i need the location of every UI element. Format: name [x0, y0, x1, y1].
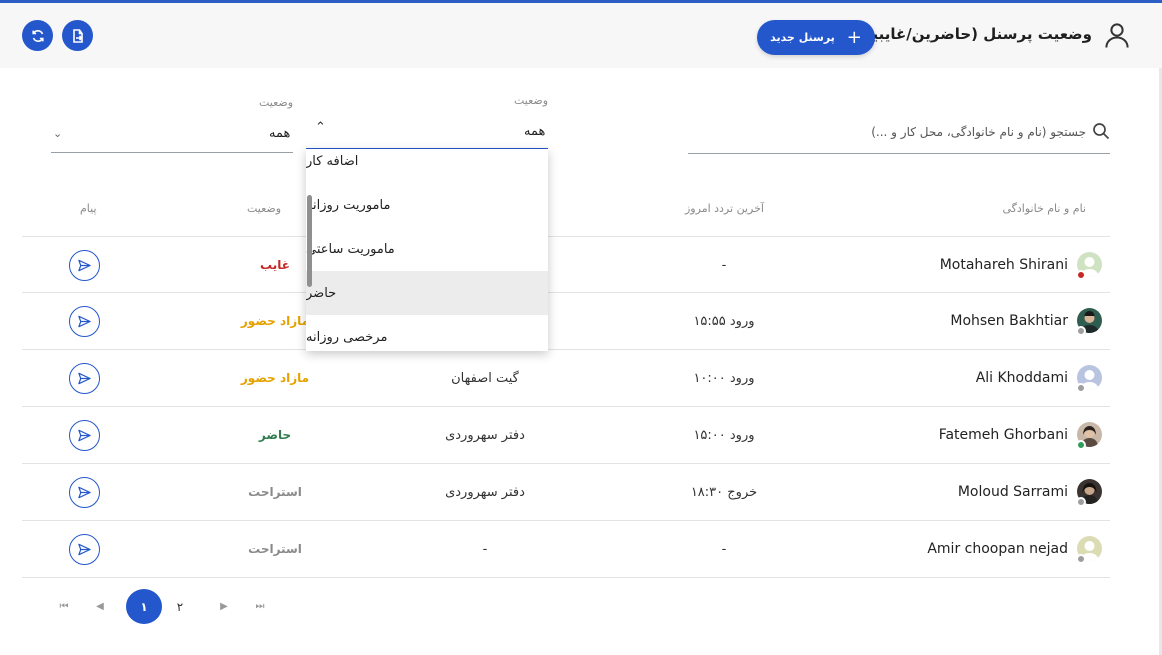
page-button-current[interactable]: ۱: [126, 589, 162, 624]
new-personnel-label: پرسنل جدید: [770, 31, 835, 44]
status-badge: مازاد حضور: [240, 371, 310, 385]
status-badge: استراحت: [248, 542, 302, 556]
status-filter-label: وضعیت: [514, 94, 549, 107]
presence-dot: [1076, 497, 1086, 507]
prev-page-icon[interactable]: ◀: [90, 589, 110, 624]
status-badge: استراحت: [248, 485, 302, 499]
employee-name: Moloud Sarrami: [957, 484, 1068, 500]
last-activity: خروج ۱۸:۳۰: [690, 484, 758, 500]
first-page-icon[interactable]: ⏮: [54, 589, 74, 624]
page-title: وضعیت پرسنل (حاضرین/غایبین): [852, 25, 1092, 43]
next-page-icon[interactable]: ▶: [214, 589, 234, 624]
send-icon: [78, 315, 91, 328]
pagination: ⏮ ◀ ۱ ۲ ▶ ⏭: [0, 589, 300, 624]
work-location: گیت اصفهان: [451, 370, 519, 386]
presence-dot: [1076, 440, 1086, 450]
employee-name: Fatemeh Ghorbani: [938, 427, 1068, 443]
presence-dot: [1076, 554, 1086, 564]
work-location: دفتر سهروردی: [445, 427, 525, 443]
dropdown-option[interactable]: اضافه کار: [306, 149, 548, 183]
table-row: Motahareh Shirani - غایب: [22, 236, 1110, 293]
col-header-last-activity: آخرین تردد امروز: [685, 202, 764, 215]
status-filter-value: همه: [524, 124, 546, 139]
dropdown-option[interactable]: ماموریت ساعتی: [306, 227, 548, 271]
send-message-button[interactable]: [69, 477, 100, 508]
new-personnel-button[interactable]: پرسنل جدید +: [757, 20, 875, 55]
presence-dot: [1076, 270, 1086, 280]
user-icon: [1105, 23, 1129, 48]
send-icon: [78, 372, 91, 385]
dropdown-scrollbar[interactable]: [307, 195, 312, 287]
dropdown-option[interactable]: مرخصی روزانه: [306, 315, 548, 351]
last-activity: -: [721, 257, 727, 273]
col-header-name: نام و نام خانوادگی: [1002, 202, 1086, 215]
employee-name: Mohsen Bakhtiar: [950, 313, 1068, 329]
table-row: Moloud Sarrami خروج ۱۸:۳۰ دفتر سهروردی ا…: [22, 464, 1110, 521]
employee-name: Ali Khoddami: [975, 370, 1068, 386]
send-message-button[interactable]: [69, 534, 100, 565]
last-activity: ورود ۱۵:۵۵: [693, 313, 755, 329]
send-icon: [78, 429, 91, 442]
col-header-message: پیام: [80, 202, 97, 215]
employee-name: Amir choopan nejad: [927, 541, 1068, 557]
dropdown-option-highlighted[interactable]: حاضر: [306, 271, 548, 315]
status-dropdown-menu: اضافه کار ماموریت روزانه ماموریت ساعتی ح…: [306, 149, 548, 351]
send-icon: [78, 543, 91, 556]
status-filter-2-label: وضعیت: [259, 96, 294, 109]
send-message-button[interactable]: [69, 420, 100, 451]
work-location: -: [482, 541, 488, 557]
status-filter-2-value: همه: [269, 126, 291, 141]
status-filter-2-underline: [51, 152, 293, 153]
col-header-status: وضعیت: [247, 202, 282, 215]
table-row: Ali Khoddami ورود ۱۰:۰۰ گیت اصفهان مازاد…: [22, 350, 1110, 407]
page-button[interactable]: ۲: [170, 589, 190, 624]
refresh-icon: [31, 29, 44, 42]
last-activity: ورود ۱۰:۰۰: [693, 370, 755, 386]
plus-icon: +: [846, 26, 862, 48]
send-message-button[interactable]: [69, 306, 100, 337]
send-message-button[interactable]: [69, 250, 100, 281]
last-page-icon[interactable]: ⏭: [250, 589, 270, 624]
send-icon: [78, 486, 91, 499]
last-activity: ورود ۱۵:۰۰: [693, 427, 755, 443]
export-file-icon: [72, 28, 83, 43]
table-row: Amir choopan nejad - - استراحت: [22, 521, 1110, 578]
table-row: Fatemeh Ghorbani ورود ۱۵:۰۰ دفتر سهروردی…: [22, 407, 1110, 464]
employee-name: Motahareh Shirani: [939, 257, 1068, 273]
send-message-button[interactable]: [69, 363, 100, 394]
search-icon: [1093, 123, 1110, 140]
presence-dot: [1076, 326, 1086, 336]
send-icon: [78, 259, 91, 272]
chevron-down-icon: ⌄: [53, 127, 63, 140]
work-location: دفتر سهروردی: [445, 484, 525, 500]
status-badge: حاضر: [258, 428, 292, 442]
page-header: وضعیت پرسنل (حاضرین/غایبین) پرسنل جدید +: [0, 3, 1162, 68]
last-activity: -: [721, 541, 727, 557]
dropdown-option[interactable]: ماموریت روزانه: [306, 183, 548, 227]
chevron-up-icon: ⌃: [315, 120, 326, 135]
presence-dot: [1076, 383, 1086, 393]
search-underline: [688, 153, 1110, 154]
search-input[interactable]: [688, 118, 1086, 146]
refresh-button[interactable]: [22, 20, 53, 51]
table-row: Mohsen Bakhtiar ورود ۱۵:۵۵ مازاد حضور: [22, 293, 1110, 350]
export-button[interactable]: [62, 20, 93, 51]
